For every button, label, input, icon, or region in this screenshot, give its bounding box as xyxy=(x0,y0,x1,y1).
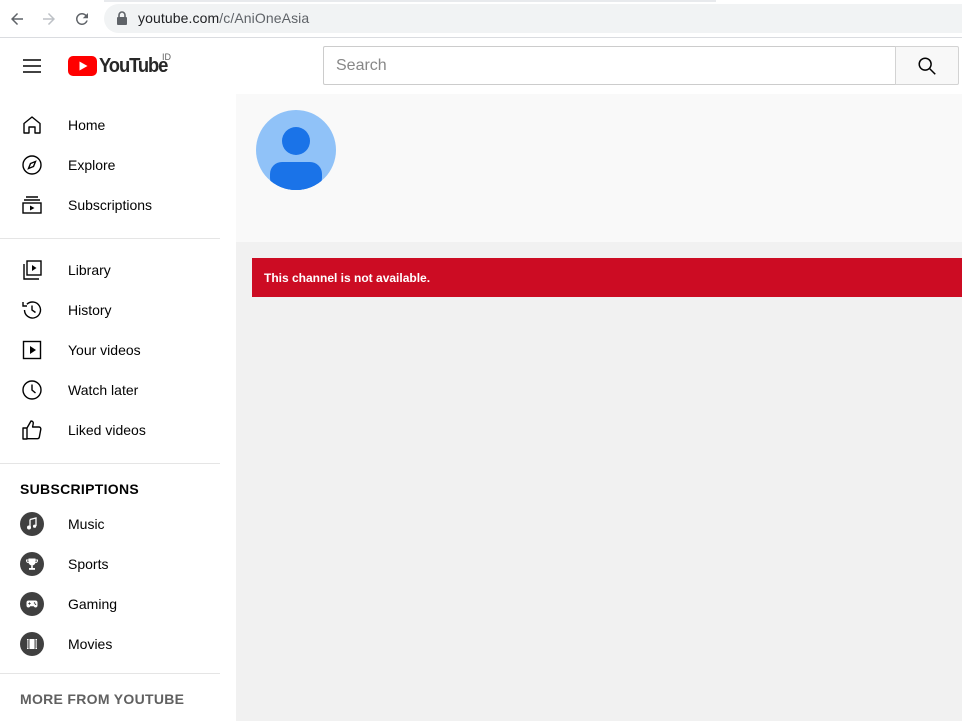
lock-icon xyxy=(117,11,127,25)
sidebar-item-watch-later[interactable]: Watch later xyxy=(0,370,220,410)
channel-avatar xyxy=(256,110,336,190)
sidebar-item-label: Home xyxy=(68,117,106,133)
sidebar-item-label: Your videos xyxy=(68,342,141,358)
country-code: ID xyxy=(162,52,171,62)
search-icon xyxy=(918,56,936,75)
back-button[interactable] xyxy=(6,8,28,30)
sidebar-item-library[interactable]: Library xyxy=(0,250,220,290)
youtube-play-icon xyxy=(68,56,97,76)
sidebar-divider xyxy=(0,238,220,239)
search-input[interactable] xyxy=(324,47,896,84)
guide-menu-button[interactable] xyxy=(20,54,44,78)
music-note-icon xyxy=(20,512,44,536)
sidebar-item-movies[interactable]: Movies xyxy=(0,624,220,664)
gamepad-icon xyxy=(20,592,44,616)
your-videos-icon xyxy=(22,340,42,360)
search-box xyxy=(323,46,896,85)
library-icon xyxy=(23,260,42,280)
sidebar-item-label: Subscriptions xyxy=(68,197,153,213)
film-icon xyxy=(20,632,44,656)
sidebar-item-label: Explore xyxy=(68,157,116,173)
sidebar-item-explore[interactable]: Explore xyxy=(0,145,220,185)
loading-line xyxy=(104,0,716,2)
default-user-icon xyxy=(269,127,323,190)
url-text: youtube.com/c/AniOneAsia xyxy=(138,10,309,26)
more-from-youtube-heading: MORE FROM YOUTUBE xyxy=(20,691,185,707)
url-host: youtube.com xyxy=(138,10,220,26)
channel-header xyxy=(236,94,962,242)
sidebar-item-label: Movies xyxy=(68,636,113,652)
compass-icon xyxy=(22,155,42,175)
hamburger-icon xyxy=(23,59,41,73)
sidebar-item-liked-videos[interactable]: Liked videos xyxy=(0,410,220,450)
sidebar-item-music[interactable]: Music xyxy=(0,504,220,544)
arrow-right-icon xyxy=(43,13,55,25)
url-path: /c/AniOneAsia xyxy=(219,10,310,26)
address-bar[interactable]: youtube.com/c/AniOneAsia xyxy=(104,4,962,33)
history-icon xyxy=(22,301,42,319)
trophy-icon xyxy=(20,552,44,576)
sidebar-item-sports[interactable]: Sports xyxy=(0,544,220,584)
logo-text: YouTube xyxy=(99,54,168,77)
thumbs-up-icon xyxy=(22,420,42,440)
youtube-masthead: YouTube ID xyxy=(0,38,962,94)
sidebar-item-label: Music xyxy=(68,516,105,532)
subscriptions-icon xyxy=(22,196,42,214)
sidebar-item-your-videos[interactable]: Your videos xyxy=(0,330,220,370)
sidebar-item-history[interactable]: History xyxy=(0,290,220,330)
sidebar-item-label: Watch later xyxy=(68,382,139,398)
forward-button[interactable] xyxy=(38,8,60,30)
browser-toolbar: youtube.com/c/AniOneAsia xyxy=(0,0,962,38)
sidebar-item-label: Library xyxy=(68,262,111,278)
search-button[interactable] xyxy=(895,46,959,85)
home-icon xyxy=(23,116,41,134)
youtube-logo[interactable]: YouTube xyxy=(68,53,173,79)
reload-button[interactable] xyxy=(71,8,93,30)
sidebar-item-label: Liked videos xyxy=(68,422,146,438)
channel-unavailable-alert: This channel is not available. xyxy=(252,258,962,297)
alert-message: This channel is not available. xyxy=(264,270,431,285)
sidebar-item-label: History xyxy=(68,302,112,318)
channel-page: This channel is not available. xyxy=(236,94,962,721)
sidebar-item-home[interactable]: Home xyxy=(0,105,220,145)
guide-sidebar: Home Explore Subscriptions Library Histo… xyxy=(0,94,236,721)
sidebar-item-label: Gaming xyxy=(68,596,118,612)
subscriptions-heading: SUBSCRIPTIONS xyxy=(20,481,140,497)
watch-later-icon xyxy=(22,380,42,400)
sidebar-divider xyxy=(0,463,220,464)
arrow-left-icon xyxy=(11,13,23,25)
sidebar-divider xyxy=(0,673,220,674)
sidebar-item-label: Sports xyxy=(68,556,109,572)
sidebar-item-gaming[interactable]: Gaming xyxy=(0,584,220,624)
reload-icon xyxy=(75,12,88,25)
sidebar-item-subscriptions[interactable]: Subscriptions xyxy=(0,185,220,225)
